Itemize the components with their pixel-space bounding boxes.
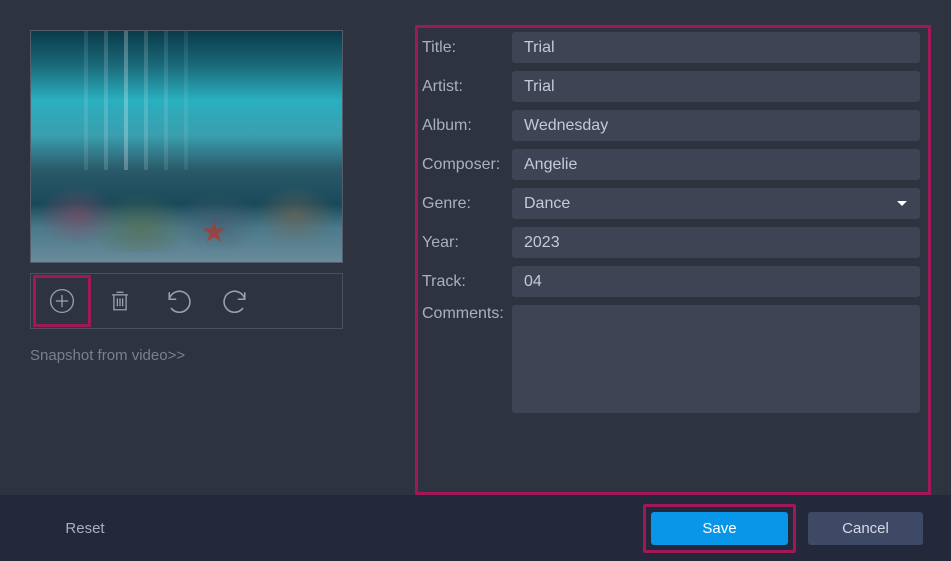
genre-value: Dance [524,195,570,213]
rotate-ccw-icon [164,287,192,315]
rotate-right-button[interactable] [207,276,265,326]
reset-button[interactable]: Reset [35,512,135,545]
title-label: Title: [418,39,512,57]
rotate-left-button[interactable] [149,276,207,326]
save-button[interactable]: Save [651,512,788,545]
cancel-button[interactable]: Cancel [808,512,923,545]
composer-label: Composer: [418,156,512,174]
delete-artwork-button[interactable] [91,276,149,326]
rotate-cw-icon [222,287,250,315]
artwork-panel: Snapshot from video>> [30,30,355,495]
trash-icon [106,287,134,315]
comments-textarea[interactable] [512,305,920,413]
genre-select[interactable]: Dance [512,188,920,219]
plus-circle-icon [48,287,76,315]
genre-label: Genre: [418,195,512,213]
add-artwork-button[interactable] [33,275,91,327]
track-input[interactable] [512,266,920,297]
album-label: Album: [418,117,512,135]
snapshot-from-video-link[interactable]: Snapshot from video>> [30,347,355,364]
artwork-toolbar [30,273,343,329]
track-label: Track: [418,273,512,291]
year-label: Year: [418,234,512,252]
cover-artwork [30,30,343,263]
metadata-form: Title: Artist: Album: Composer: Genre: D… [415,25,931,495]
artist-label: Artist: [418,78,512,96]
footer-bar: Reset Save Cancel [0,495,951,561]
save-highlight: Save [643,504,796,553]
title-input[interactable] [512,32,920,63]
album-input[interactable] [512,110,920,141]
year-input[interactable] [512,227,920,258]
chevron-down-icon [896,195,908,213]
composer-input[interactable] [512,149,920,180]
comments-label: Comments: [418,305,512,323]
artist-input[interactable] [512,71,920,102]
